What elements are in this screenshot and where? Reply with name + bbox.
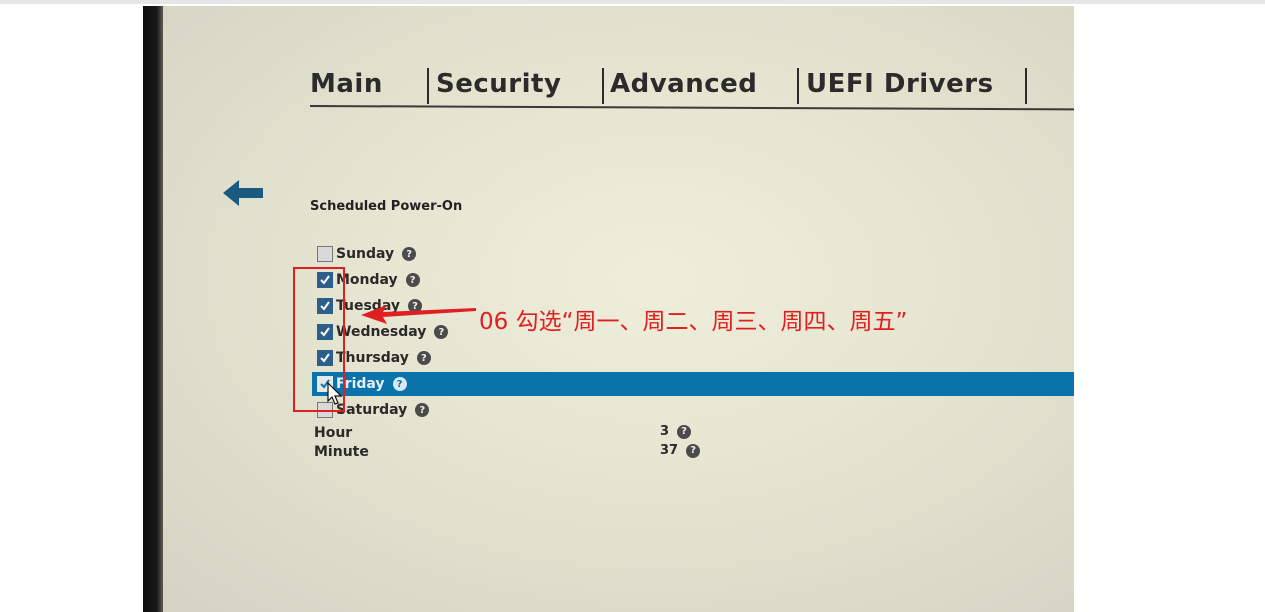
help-icon[interactable]: ? xyxy=(415,403,430,417)
tab-separator xyxy=(602,68,604,104)
section-title: Scheduled Power-On xyxy=(310,199,463,214)
help-icon[interactable]: ? xyxy=(686,443,701,458)
minute-value: 37 xyxy=(660,443,679,458)
checkbox-sunday[interactable] xyxy=(317,246,333,262)
browser-top-border xyxy=(0,0,1265,4)
day-label: Thursday xyxy=(336,350,409,366)
hour-value: 3 xyxy=(660,424,670,439)
tab-separator xyxy=(797,68,799,104)
day-label: Sunday xyxy=(336,246,395,262)
day-label: Wednesday xyxy=(336,324,427,340)
help-icon[interactable]: ? xyxy=(392,377,407,391)
help-icon[interactable]: ? xyxy=(434,325,449,339)
tab-separator xyxy=(427,68,429,104)
help-icon[interactable]: ? xyxy=(416,351,431,365)
minute-label: Minute xyxy=(314,444,369,460)
annotation-text: 06 勾选“周一、周二、周三、周四、周五” xyxy=(479,309,908,335)
help-icon[interactable]: ? xyxy=(402,247,417,261)
help-icon[interactable]: ? xyxy=(405,273,420,287)
day-row-sunday[interactable]: Sunday ? xyxy=(317,243,417,265)
annotation-highlight-box xyxy=(293,267,345,412)
annotation-arrow-icon xyxy=(361,305,476,324)
tab-main[interactable]: Main xyxy=(310,69,383,99)
tab-uefi-drivers[interactable]: UEFI Drivers xyxy=(806,69,994,99)
day-label: Saturday xyxy=(336,402,408,418)
monitor-bezel xyxy=(143,6,163,612)
selection-highlight xyxy=(312,372,1074,396)
tab-advanced[interactable]: Advanced xyxy=(610,69,757,99)
tab-separator xyxy=(1025,68,1027,104)
back-arrow-icon[interactable] xyxy=(223,178,265,208)
minute-field[interactable]: 37 ? xyxy=(660,443,701,458)
hour-label: Hour xyxy=(314,425,353,441)
hour-field[interactable]: 3 ? xyxy=(660,424,692,439)
bios-screen-photo: Main Security Advanced UEFI Drivers Sche… xyxy=(143,6,1074,612)
tab-security[interactable]: Security xyxy=(436,69,561,99)
day-label: Monday xyxy=(336,272,398,288)
help-icon[interactable]: ? xyxy=(677,424,692,439)
